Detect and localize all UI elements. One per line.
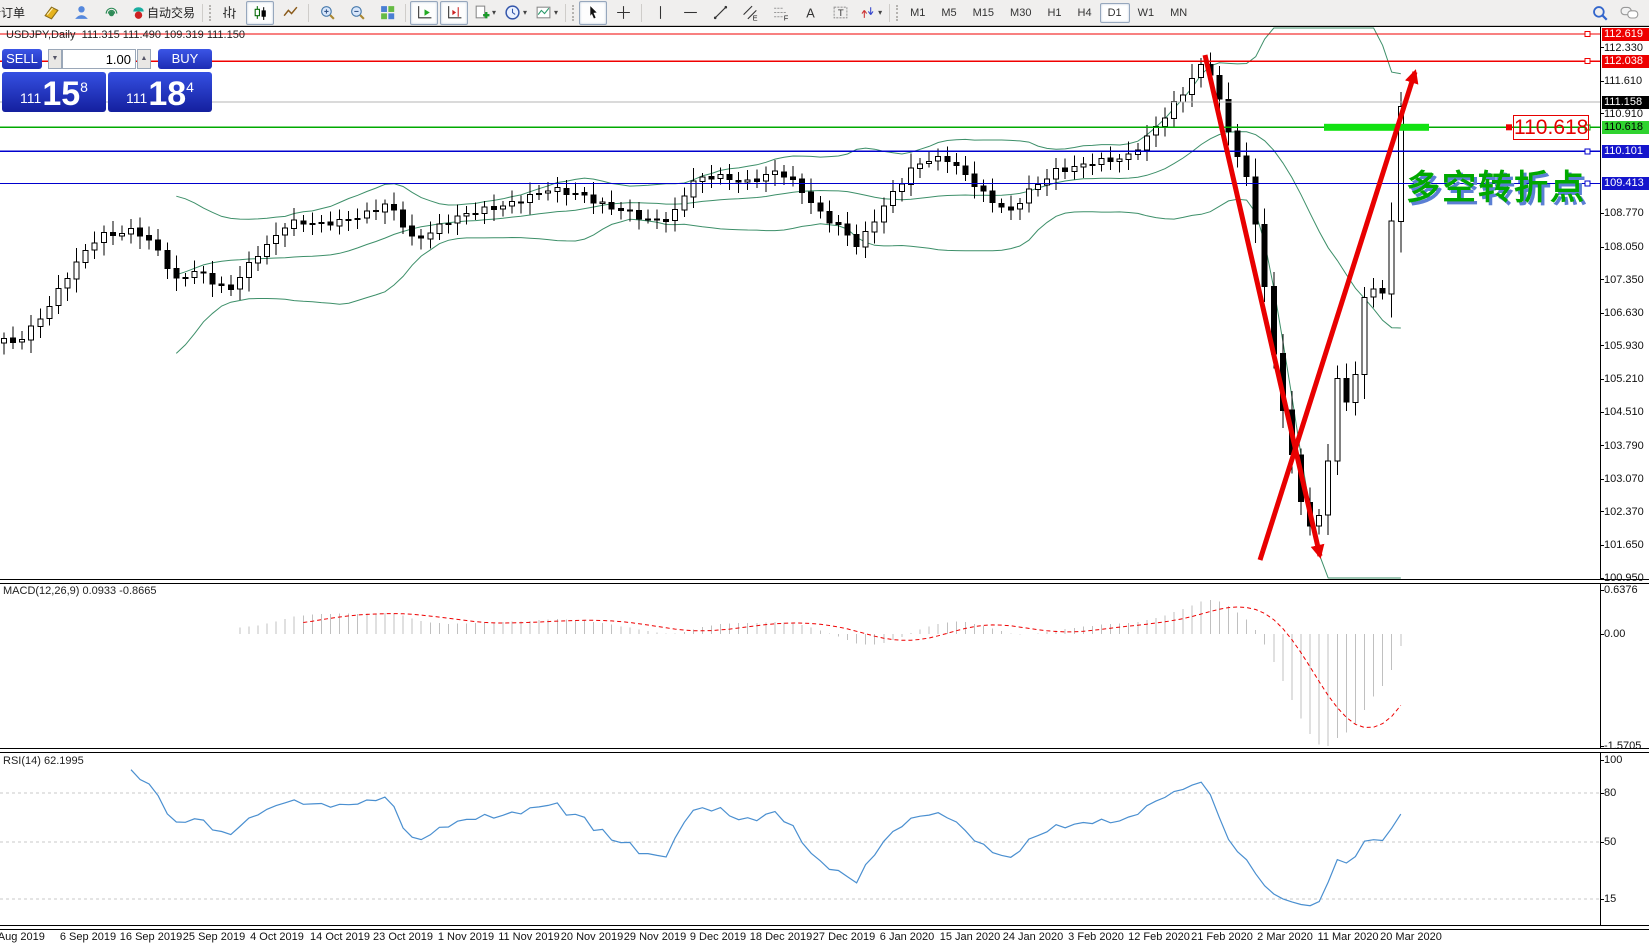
buy-price-pip: 4: [186, 79, 194, 95]
price-axis-label: 103.070: [1604, 473, 1644, 486]
price-tag-red: 112.038: [1602, 54, 1649, 68]
sell-price-display[interactable]: 111 15 8: [2, 72, 106, 112]
rsi-axis-label: 100: [1604, 754, 1623, 766]
buy-price-handle: 111: [126, 90, 148, 106]
price-tag-blue: 109.413: [1602, 177, 1649, 190]
sell-price-pip: 8: [80, 79, 88, 95]
price-chart-svg[interactable]: [0, 0, 1649, 947]
buy-price-display[interactable]: 111 18 4: [108, 72, 212, 112]
date-label: 23 Oct 2019: [373, 931, 433, 943]
highlight-bar-annotation[interactable]: [1324, 123, 1429, 131]
price-axis-label: 108.770: [1604, 207, 1644, 220]
sell-button[interactable]: SELL: [2, 49, 42, 69]
pane-separator: [0, 925, 1649, 930]
rsi-axis-label: 80: [1604, 787, 1617, 799]
rsi-gridlines: [0, 792, 1600, 900]
price-axis-label: 111.610: [1604, 75, 1643, 87]
chart-title: USDJPY,Daily 111.315 111.490 109.319 111…: [6, 29, 245, 41]
mt4-window: 新订单自动交易▾▾▾EFAT▾M1M5M15M30H1H4D1W1MN USDJ…: [0, 0, 1649, 947]
date-label: 20 Nov 2019: [560, 931, 624, 943]
date-label: 1 Nov 2019: [437, 931, 495, 943]
date-label: 12 Feb 2020: [1128, 931, 1190, 943]
price-axis-label: 103.790: [1604, 439, 1644, 452]
date-label: 21 Feb 2020: [1191, 931, 1253, 943]
date-label: 18 Dec 2019: [749, 931, 813, 943]
macd-signal-line: [303, 606, 1402, 729]
date-label: 3 Feb 2020: [1068, 931, 1124, 943]
price-axis-label: 104.510: [1604, 406, 1644, 418]
date-label: 14 Oct 2019: [310, 931, 370, 943]
price-tag-blue: 110.101: [1602, 144, 1649, 158]
price-tag-red: 112.619: [1602, 27, 1649, 41]
volume-decrease-button[interactable]: ▼: [48, 49, 62, 69]
sell-price-main: 15: [42, 75, 81, 114]
date-label: 25 Sep 2019: [182, 931, 246, 943]
buy-price-main: 18: [148, 75, 187, 114]
macd-axis-label: -1.5705: [1604, 740, 1642, 752]
one-click-trade-panel: SELL ▼ ▲ BUY 111 15 8 111 18 4: [2, 46, 216, 112]
price-axis-label: 106.630: [1604, 307, 1644, 320]
price-tag-green: 110.618: [1602, 120, 1649, 134]
price-tag-black: 111.158: [1602, 95, 1649, 109]
rsi-indicator-label: RSI(14) 62.1995: [3, 755, 84, 767]
price-axis-label: 100.950: [1604, 572, 1644, 584]
price-axis-label: 112.330: [1604, 41, 1643, 54]
price-axis-label: 105.210: [1604, 373, 1644, 386]
macd-indicator-label: MACD(12,26,9) 0.0933 -0.8665: [3, 585, 157, 597]
buy-button[interactable]: BUY: [158, 49, 212, 69]
macd-axis-label: 0.6376: [1604, 584, 1638, 596]
horizontal-level-lines[interactable]: [0, 31, 1600, 187]
date-label: 6 Sep 2019: [59, 931, 117, 943]
date-label: 27 Dec 2019: [812, 931, 876, 943]
date-label: 9 Dec 2019: [689, 931, 747, 943]
rsi-axis-label: 50: [1604, 836, 1617, 848]
chinese-annotation[interactable]: 多空转折点: [1406, 160, 1586, 209]
volume-input[interactable]: [62, 49, 136, 69]
price-axis-label: 108.050: [1604, 241, 1644, 253]
pane-separator[interactable]: [0, 748, 1649, 753]
date-label: 24 Jan 2020: [1002, 931, 1064, 943]
volume-increase-button[interactable]: ▲: [137, 49, 151, 69]
price-axis-label: 105.930: [1604, 339, 1644, 352]
price-axis-label: 110.910: [1604, 107, 1643, 120]
sell-price-handle: 111: [20, 90, 42, 106]
price-level-label[interactable]: 110.618: [1513, 115, 1589, 140]
macd-histogram: [239, 599, 1402, 746]
rsi-line: [130, 769, 1402, 907]
price-axis-label: 101.650: [1604, 539, 1644, 552]
price-axis-label: 102.370: [1604, 505, 1644, 518]
price-axis-label: 107.350: [1604, 273, 1644, 286]
date-label: 16 Sep 2019: [119, 931, 183, 943]
date-label: 29 Nov 2019: [623, 931, 687, 943]
date-label: 6 Jan 2020: [879, 931, 935, 943]
date-label: 28 Aug 2019: [0, 931, 45, 943]
candlesticks: [1, 52, 1404, 536]
rsi-axis-label: 15: [1604, 893, 1617, 905]
macd-axis-label: 0.00: [1604, 628, 1626, 640]
date-label: 11 Mar 2020: [1317, 931, 1379, 943]
date-label: 2 Mar 2020: [1257, 931, 1313, 943]
date-label: 15 Jan 2020: [939, 931, 1001, 943]
date-label: 4 Oct 2019: [250, 931, 304, 943]
date-label: 11 Nov 2019: [498, 931, 560, 943]
date-label: 20 Mar 2020: [1380, 931, 1442, 943]
pane-separator[interactable]: [0, 579, 1649, 584]
